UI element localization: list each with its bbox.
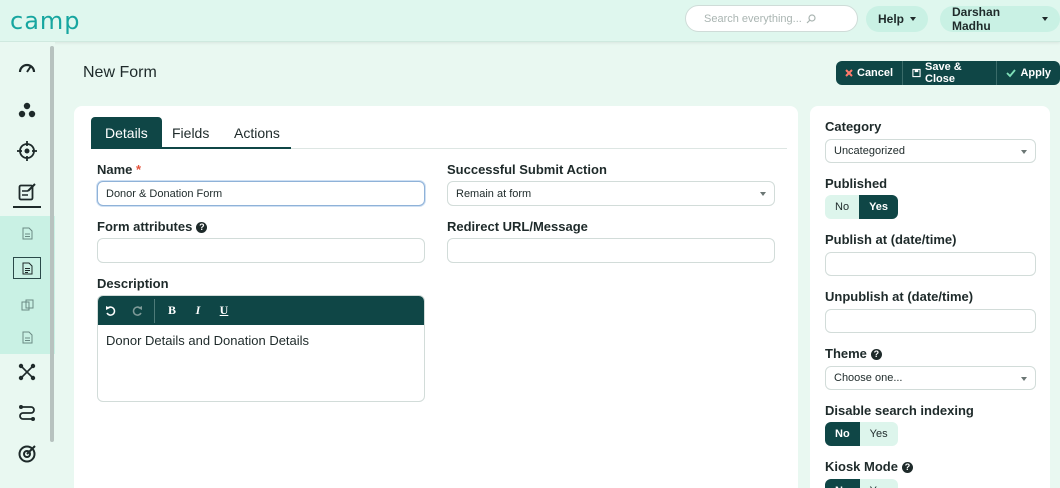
form-attributes-label: Form attributes? bbox=[97, 219, 208, 234]
help-question-icon[interactable]: ? bbox=[870, 348, 882, 360]
theme-select[interactable]: Choose one... bbox=[825, 366, 1036, 390]
kiosk-mode-label: Kiosk Mode? bbox=[825, 459, 913, 474]
theme-label-text: Theme bbox=[825, 346, 867, 361]
components-edit-icon[interactable] bbox=[15, 180, 39, 204]
campaign-route-icon[interactable] bbox=[15, 401, 39, 425]
description-editor: B I U Donor Details and Donation Details bbox=[97, 295, 425, 402]
active-tab-underline bbox=[91, 147, 291, 149]
submit-action-value: Remain at form bbox=[456, 187, 532, 200]
description-label: Description bbox=[97, 276, 169, 291]
toolbar-divider bbox=[154, 298, 155, 323]
search-icon bbox=[806, 13, 816, 23]
tab-details[interactable]: Details bbox=[91, 117, 162, 149]
cancel-button[interactable]: Cancel bbox=[836, 61, 904, 85]
published-toggle[interactable]: No Yes bbox=[825, 195, 899, 219]
assets-file-icon[interactable] bbox=[13, 222, 41, 244]
undo-icon[interactable] bbox=[98, 296, 124, 325]
submit-action-label: Successful Submit Action bbox=[447, 162, 607, 177]
user-name: Darshan Madhu bbox=[952, 5, 1001, 33]
chevron-down-icon bbox=[1021, 150, 1027, 154]
close-icon bbox=[845, 69, 853, 77]
form-tabs: Details Fields Actions bbox=[91, 117, 787, 149]
redo-icon[interactable] bbox=[124, 296, 150, 325]
kiosk-mode-toggle[interactable]: No Yes bbox=[825, 479, 898, 488]
category-select[interactable]: Uncategorized bbox=[825, 139, 1036, 163]
theme-value: Choose one... bbox=[834, 372, 903, 384]
form-attributes-input[interactable] bbox=[97, 238, 425, 263]
name-label: Name * bbox=[97, 162, 141, 177]
dashboard-gauge-icon[interactable] bbox=[15, 56, 39, 80]
save-icon bbox=[912, 68, 921, 78]
sidebar-scrollbar[interactable] bbox=[50, 46, 54, 442]
camp-logo[interactable]: camp bbox=[10, 7, 81, 35]
save-close-label: Save & Close bbox=[925, 61, 962, 85]
published-label: Published bbox=[825, 176, 888, 191]
editor-toolbar: B I U bbox=[98, 296, 424, 325]
underline-button[interactable]: U bbox=[211, 296, 237, 325]
form-action-buttons: Cancel Save & Close Apply bbox=[836, 61, 1060, 85]
sidebar-subnav bbox=[0, 216, 55, 354]
pages-copy-icon[interactable] bbox=[13, 294, 41, 316]
name-label-text: Name bbox=[97, 162, 133, 177]
channels-network-icon[interactable] bbox=[15, 360, 39, 384]
check-icon bbox=[1006, 69, 1017, 78]
publish-at-label: Publish at (date/time) bbox=[825, 232, 957, 247]
search-placeholder: Search everything... bbox=[704, 12, 802, 25]
apply-label: Apply bbox=[1020, 67, 1051, 79]
top-bar: camp Search everything... Help Darshan M… bbox=[0, 0, 1060, 42]
help-menu-button[interactable]: Help bbox=[866, 6, 929, 32]
category-label: Category bbox=[825, 119, 882, 134]
help-label: Help bbox=[878, 12, 905, 26]
chevron-down-icon bbox=[760, 192, 766, 196]
points-target-icon[interactable] bbox=[15, 442, 39, 466]
disable-indexing-yes-option[interactable]: Yes bbox=[859, 422, 898, 446]
disable-indexing-no-option[interactable]: No bbox=[825, 422, 860, 446]
tab-fields[interactable]: Fields bbox=[172, 117, 209, 149]
form-attributes-label-text: Form attributes bbox=[97, 219, 193, 234]
disable-search-indexing-label: Disable search indexing bbox=[825, 403, 974, 418]
redirect-label: Redirect URL/Message bbox=[447, 219, 588, 234]
italic-button[interactable]: I bbox=[185, 296, 211, 325]
search-input[interactable]: Search everything... bbox=[685, 5, 858, 32]
save-close-button[interactable]: Save & Close bbox=[903, 61, 998, 85]
description-text[interactable]: Donor Details and Donation Details bbox=[98, 325, 424, 356]
redirect-input[interactable] bbox=[447, 238, 775, 263]
form-details-card: Details Fields Actions Name * Donor & Do… bbox=[74, 106, 798, 488]
theme-label: Theme? bbox=[825, 346, 882, 361]
cancel-label: Cancel bbox=[857, 67, 894, 79]
target-crosshair-icon[interactable] bbox=[15, 139, 39, 163]
chevron-down-icon bbox=[910, 17, 917, 21]
bold-button[interactable]: B bbox=[159, 296, 185, 325]
apply-button[interactable]: Apply bbox=[997, 61, 1060, 85]
kiosk-mode-label-text: Kiosk Mode bbox=[825, 459, 898, 474]
unpublish-at-label: Unpublish at (date/time) bbox=[825, 289, 974, 304]
form-settings-panel: Category Uncategorized Published No Yes … bbox=[810, 106, 1050, 488]
category-value: Uncategorized bbox=[834, 145, 905, 157]
required-marker: * bbox=[136, 162, 142, 177]
help-question-icon[interactable]: ? bbox=[901, 461, 913, 473]
unpublish-at-input[interactable] bbox=[825, 309, 1036, 333]
kiosk-yes-option[interactable]: Yes bbox=[859, 479, 898, 488]
sidebar bbox=[0, 42, 55, 488]
published-yes-option[interactable]: Yes bbox=[859, 195, 899, 219]
disable-search-indexing-toggle[interactable]: No Yes bbox=[825, 422, 898, 446]
chevron-down-icon bbox=[1042, 17, 1048, 21]
submit-action-select[interactable]: Remain at form bbox=[447, 181, 775, 206]
publish-at-input[interactable] bbox=[825, 252, 1036, 276]
tab-actions[interactable]: Actions bbox=[234, 117, 280, 149]
page-title: New Form bbox=[83, 64, 157, 81]
help-question-icon[interactable]: ? bbox=[196, 221, 208, 233]
forms-doc-icon[interactable] bbox=[13, 257, 41, 279]
kiosk-no-option[interactable]: No bbox=[825, 479, 860, 488]
form-name-input[interactable]: Donor & Donation Form bbox=[97, 181, 425, 206]
contacts-group-icon[interactable] bbox=[15, 98, 39, 122]
user-menu-button[interactable]: Darshan Madhu bbox=[940, 5, 1060, 33]
form-name-value: Donor & Donation Form bbox=[106, 187, 223, 200]
emails-doc-icon[interactable] bbox=[13, 326, 41, 348]
active-section-indicator bbox=[13, 206, 41, 208]
published-no-option[interactable]: No bbox=[825, 195, 860, 219]
chevron-down-icon bbox=[1021, 377, 1027, 381]
